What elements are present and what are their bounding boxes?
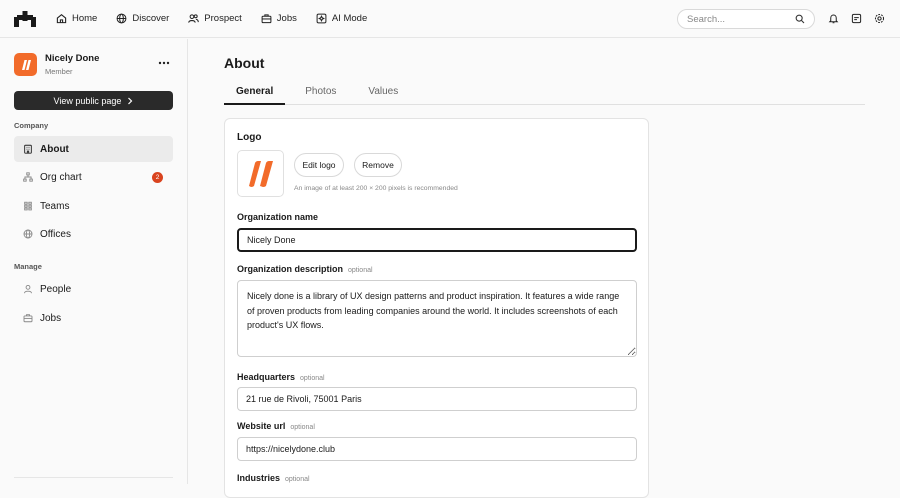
org-name-label: Organization name [237, 212, 319, 222]
headquarters-label-text: Headquarters [237, 372, 296, 382]
nav-discover-label: Discover [132, 13, 170, 24]
nav-discover[interactable]: Discover [116, 13, 169, 24]
bell-icon [828, 14, 839, 24]
logo-label: Logo [237, 132, 262, 143]
industries-label: Industries optional [237, 473, 310, 483]
search-box [677, 9, 815, 29]
optional-tag: optional [348, 267, 373, 274]
org-name-input[interactable] [237, 228, 637, 252]
website-label: Website url optional [237, 421, 315, 431]
sidebar-item-label: Teams [40, 200, 70, 212]
home-icon [56, 13, 67, 24]
sparkle-icon [316, 13, 327, 24]
sidebar-item-jobs[interactable]: Jobs [14, 305, 173, 331]
more-options-button[interactable] [156, 57, 172, 69]
settings-button[interactable] [874, 13, 885, 24]
member-role: Member [45, 67, 73, 76]
company-profile[interactable]: Nicely Done Member [14, 53, 99, 76]
main-nav: Home Discover Prospect Jobs AI Mode [56, 13, 386, 24]
sidebar-item-label: About [40, 143, 69, 155]
sidebar-item-teams[interactable]: Teams [14, 193, 173, 219]
notification-badge: 2 [152, 172, 163, 183]
sidebar-item-people[interactable]: People [14, 276, 173, 302]
company-logo-icon [248, 160, 273, 187]
sidebar-item-label: Org chart [40, 171, 82, 183]
logo-hint: An image of at least 200 × 200 pixels is… [294, 185, 458, 192]
tab-general[interactable]: General [224, 84, 286, 105]
edit-logo-button[interactable]: Edit logo [294, 153, 344, 177]
settings-icon [874, 13, 885, 24]
search-icon[interactable] [795, 14, 805, 24]
org-description-textarea[interactable]: Nicely done is a library of UX design pa… [237, 280, 637, 357]
nav-ai-mode[interactable]: AI Mode [316, 13, 367, 24]
nav-home[interactable]: Home [56, 13, 97, 24]
company-logo-icon [21, 59, 31, 70]
remove-logo-button[interactable]: Remove [354, 153, 402, 177]
teams-icon [24, 201, 32, 211]
company-section-label: Company [14, 121, 49, 130]
website-input[interactable] [237, 437, 637, 461]
industries-label-text: Industries [237, 473, 281, 483]
manage-section-label: Manage [14, 262, 42, 271]
website-label-text: Website url [237, 421, 286, 431]
company-logo [14, 53, 37, 76]
search-input[interactable] [687, 13, 795, 25]
view-public-page-button[interactable]: View public page [14, 91, 173, 110]
tab-values[interactable]: Values [356, 84, 410, 105]
org-description-label-text: Organization description [237, 264, 344, 274]
logo-preview [237, 150, 284, 197]
page-title: About [224, 55, 265, 71]
sidebar-item-label: People [40, 283, 72, 295]
nav-prospect-label: Prospect [204, 13, 242, 24]
sidebar-item-label: Offices [40, 228, 71, 240]
optional-tag: optional [290, 424, 315, 431]
message-icon [851, 13, 862, 24]
notifications-button[interactable] [828, 13, 839, 24]
view-public-page-label: View public page [53, 95, 122, 106]
nav-jobs-label: Jobs [276, 13, 297, 24]
messages-button[interactable] [851, 13, 862, 24]
building-icon [24, 144, 32, 154]
sidebar: Nicely Done Member View public page Comp… [0, 39, 188, 484]
tab-photos[interactable]: Photos [293, 84, 348, 105]
users-icon [188, 14, 200, 23]
more-horizontal-icon [158, 61, 170, 65]
general-form-card: Logo Edit logo Remove An image of at lea… [224, 118, 649, 498]
headquarters-input[interactable] [237, 387, 637, 411]
briefcase-icon [23, 314, 33, 323]
nav-prospect[interactable]: Prospect [188, 13, 242, 24]
person-icon [24, 284, 32, 294]
brand-logo-icon[interactable] [14, 10, 36, 27]
top-icon-group [828, 13, 885, 24]
sidebar-item-offices[interactable]: Offices [14, 221, 173, 247]
top-bar: Home Discover Prospect Jobs AI Mode [0, 0, 900, 38]
sidebar-item-label: Jobs [40, 312, 62, 324]
tab-bar: General Photos Values [224, 84, 865, 105]
optional-tag: optional [285, 476, 310, 483]
sidebar-item-about[interactable]: About [14, 136, 173, 162]
chevron-right-icon [128, 97, 133, 104]
globe-icon [23, 229, 33, 239]
company-name: Nicely Done [45, 53, 100, 64]
nav-home-label: Home [72, 13, 98, 24]
globe-icon [116, 13, 127, 24]
optional-tag: optional [300, 375, 325, 382]
nav-ai-mode-label: AI Mode [331, 13, 368, 24]
org-chart-icon [23, 172, 33, 182]
sidebar-divider [14, 477, 173, 478]
nav-jobs[interactable]: Jobs [261, 13, 297, 24]
briefcase-icon [261, 14, 272, 24]
org-description-label: Organization description optional [237, 264, 373, 274]
sidebar-item-org-chart[interactable]: Org chart 2 [14, 164, 173, 190]
headquarters-label: Headquarters optional [237, 372, 325, 382]
